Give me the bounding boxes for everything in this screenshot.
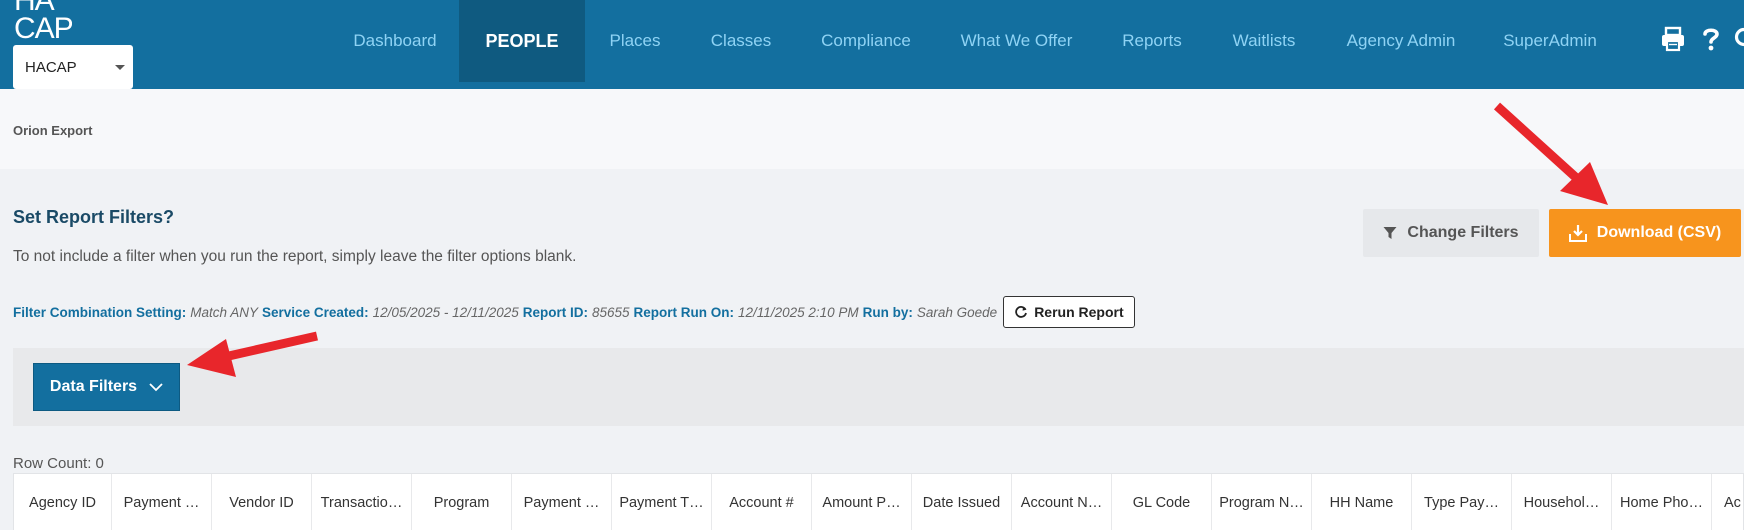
page-title: Set Report Filters? bbox=[13, 207, 175, 227]
download-csv-label: Download (CSV) bbox=[1596, 224, 1722, 241]
service-created-value: 12/05/2025 - 12/11/2025 bbox=[372, 304, 519, 320]
nav-reports[interactable]: Reports bbox=[1110, 0, 1194, 82]
filter-summary: Filter Combination Setting: Match ANY Se… bbox=[13, 296, 1135, 328]
agency-select[interactable]: HACAP bbox=[13, 45, 133, 89]
run-by-value: Sarah Goede bbox=[916, 304, 998, 320]
report-id-value: 85655 bbox=[591, 304, 630, 320]
service-created-label: Service Created: bbox=[262, 304, 369, 320]
breadcrumb: Orion Export bbox=[13, 123, 93, 138]
nav-people[interactable]: PEOPLE bbox=[459, 0, 585, 82]
column-header[interactable]: Payment … bbox=[512, 474, 612, 530]
agency-select-value: HACAP bbox=[25, 58, 77, 76]
row-count: Row Count: 0 bbox=[13, 455, 104, 472]
help-icon[interactable] bbox=[1698, 26, 1724, 52]
change-filters-button[interactable]: Change Filters bbox=[1363, 209, 1539, 257]
column-header[interactable]: Ac bbox=[1712, 474, 1743, 530]
report-run-on-value: 12/11/2025 2:10 PM bbox=[738, 304, 859, 320]
download-icon bbox=[1568, 225, 1587, 242]
column-header[interactable]: Program bbox=[412, 474, 512, 530]
nav-places[interactable]: Places bbox=[590, 0, 680, 82]
filter-icon bbox=[1383, 227, 1397, 239]
column-header[interactable]: Transactio… bbox=[312, 474, 412, 530]
caret-down-icon bbox=[115, 65, 125, 70]
run-by-label: Run by: bbox=[862, 304, 913, 320]
download-csv-button[interactable]: Download (CSV) bbox=[1549, 209, 1741, 257]
report-run-on-label: Report Run On: bbox=[633, 304, 735, 320]
results-table-header: Agency ID Payment … Vendor ID Transactio… bbox=[13, 473, 1744, 530]
column-header[interactable]: Account N… bbox=[1012, 474, 1112, 530]
top-nav-bar: HA CAP HACAP Dashboard PEOPLE Places Cla… bbox=[0, 0, 1744, 89]
column-header[interactable]: Type Pay… bbox=[1412, 474, 1512, 530]
column-header[interactable]: Program N… bbox=[1212, 474, 1312, 530]
column-header[interactable]: Vendor ID bbox=[212, 474, 312, 530]
filter-combo-label: Filter Combination Setting: bbox=[13, 304, 187, 320]
nav-classes[interactable]: Classes bbox=[690, 0, 792, 82]
hacap-logo[interactable]: HA CAP bbox=[14, 0, 72, 46]
logo-line-2: CAP bbox=[14, 12, 72, 45]
filter-combo-value: Match ANY bbox=[190, 304, 259, 320]
chevron-down-icon bbox=[149, 382, 163, 391]
breadcrumb-bar: Orion Export bbox=[0, 89, 1744, 169]
column-header[interactable]: Amount P… bbox=[812, 474, 912, 530]
data-filters-label: Data Filters bbox=[49, 378, 138, 395]
column-header[interactable]: Account # bbox=[712, 474, 812, 530]
column-header[interactable]: Payment … bbox=[112, 474, 212, 530]
nav-superadmin[interactable]: SuperAdmin bbox=[1494, 0, 1606, 82]
column-header[interactable]: Agency ID bbox=[14, 474, 112, 530]
search-icon[interactable] bbox=[1734, 26, 1744, 52]
rerun-report-button[interactable]: Rerun Report bbox=[1003, 296, 1135, 328]
data-filters-panel bbox=[13, 348, 1744, 426]
column-header[interactable]: GL Code bbox=[1112, 474, 1212, 530]
nav-what-we-offer[interactable]: What We Offer bbox=[950, 0, 1083, 82]
column-header[interactable]: Date Issued bbox=[912, 474, 1012, 530]
report-id-label: Report ID: bbox=[522, 304, 588, 320]
rerun-report-label: Rerun Report bbox=[1034, 304, 1124, 320]
print-icon[interactable] bbox=[1660, 26, 1686, 52]
nav-waitlists[interactable]: Waitlists bbox=[1220, 0, 1308, 82]
nav-dashboard[interactable]: Dashboard bbox=[335, 0, 455, 82]
nav-agency-admin[interactable]: Agency Admin bbox=[1336, 0, 1466, 82]
change-filters-label: Change Filters bbox=[1407, 224, 1519, 241]
column-header[interactable]: Payment T… bbox=[612, 474, 712, 530]
data-filters-button[interactable]: Data Filters bbox=[33, 363, 180, 411]
column-header[interactable]: Househol… bbox=[1512, 474, 1612, 530]
column-header[interactable]: Home Pho… bbox=[1612, 474, 1712, 530]
filter-description: To not include a filter when you run the… bbox=[13, 248, 577, 265]
column-header[interactable]: HH Name bbox=[1312, 474, 1412, 530]
nav-compliance[interactable]: Compliance bbox=[808, 0, 924, 82]
refresh-icon bbox=[1015, 306, 1028, 318]
